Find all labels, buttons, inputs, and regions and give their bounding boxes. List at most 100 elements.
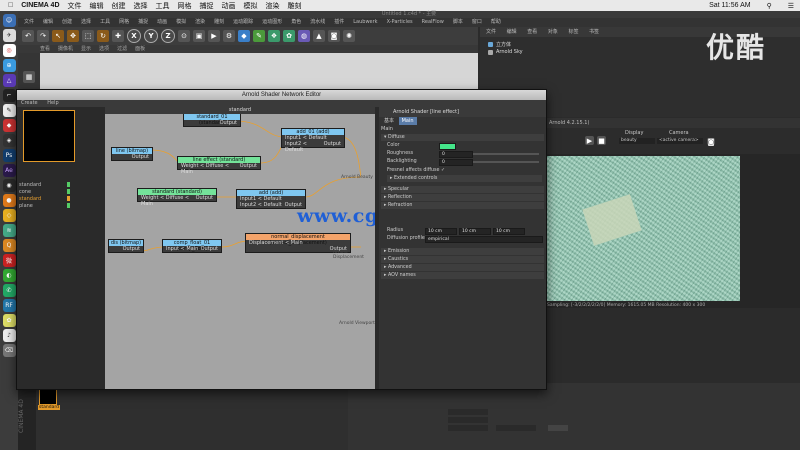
c4d-menu-tracking[interactable]: 运动跟踪 [233,18,253,27]
sketch-icon[interactable]: ◇ [2,209,16,222]
node-line-effect[interactable]: line effect (standard) Weight < Diffuse … [177,156,261,175]
menu-simulate[interactable]: 模拟 [244,1,258,11]
obj-tab-view[interactable]: 查看 [527,29,537,35]
diffusion-select[interactable]: empirical [425,236,543,243]
obj-tab-objects[interactable]: 对象 [548,29,558,35]
axis-z-toggle[interactable]: Z [161,29,175,43]
photos-icon[interactable]: ✿ [2,314,16,327]
cloner-icon[interactable]: ✿ [283,30,295,42]
trash-icon[interactable]: ⌫ [2,344,16,357]
rotate-icon[interactable]: ↻ [97,30,109,42]
section-extended[interactable]: ▸ Extended controls [387,175,542,182]
photoshop-icon[interactable]: Ps [2,149,16,162]
deformer-icon[interactable]: ◍ [298,30,310,42]
object-row[interactable]: 立方体 [488,41,511,48]
c4d-menu-sculpt[interactable]: 雕刻 [214,18,224,27]
material-item[interactable]: plane [19,203,33,209]
c4d-menu-render[interactable]: 渲染 [195,18,205,27]
coord-icon[interactable]: ⊙ [178,30,190,42]
roughness-slider[interactable] [473,153,539,155]
c4d-menu-select[interactable]: 选择 [81,18,91,27]
unity-icon[interactable]: ◈ [2,134,16,147]
app-icon[interactable]: △ [2,74,16,87]
menu-tools[interactable]: 工具 [156,1,170,11]
material-thumb[interactable] [39,389,57,405]
menu-animate[interactable]: 动画 [222,1,236,11]
c4d-menu-window[interactable]: 窗口 [472,18,482,27]
wechat-icon[interactable]: ◐ [2,269,16,282]
obj-tab-edit[interactable]: 编辑 [507,29,517,35]
chrome-icon[interactable]: ◎ [2,44,16,57]
light-icon[interactable]: ✺ [343,30,355,42]
c4d-menu-xparticles[interactable]: X-Particles [387,18,413,27]
menu-render[interactable]: 渲染 [266,1,280,11]
aftereffects-icon[interactable]: Ae [2,164,16,177]
radius-z-field[interactable]: 10 cm [493,228,525,235]
c4d-menu-tools[interactable]: 工具 [100,18,110,27]
section-specular[interactable]: ▸ Specular [381,186,544,193]
obj-tab-file[interactable]: 文件 [486,29,496,35]
node-comp-float[interactable]: comp_float_01 (comp_float) Input < Main O… [162,239,222,253]
render-settings-icon[interactable]: ⚙ [223,30,235,42]
app-name[interactable]: CINEMA 4D [21,2,59,9]
c4d-menu-realflow[interactable]: RealFlow [422,18,444,27]
scale-icon[interactable]: ⬚ [82,30,94,42]
redo-icon[interactable]: ↷ [37,30,49,42]
c4d-menu-file[interactable]: 文件 [24,18,34,27]
notes-icon[interactable]: ✎ [2,104,16,117]
node-add[interactable]: add (add) Input1 < Default Input2 < Defa… [236,189,306,209]
render-icon[interactable]: ▶ [208,30,220,42]
node-canvas[interactable]: standard_01 (standard) Output add_01 (ad… [105,107,459,389]
camera-select[interactable]: <active camera> [657,138,703,144]
vp-menu-display[interactable]: 显示 [81,45,91,53]
material-item-selected[interactable]: standard [19,196,41,202]
clock[interactable]: Sat 11:56 AM [709,2,751,10]
c4d-icon[interactable]: ◉ [2,179,16,192]
snapshot-icon[interactable]: ◙ [707,138,715,146]
search-icon[interactable]: ⚲ [767,2,772,10]
section-emission[interactable]: ▸ Emission [381,248,544,255]
realflow-icon[interactable]: RF [2,299,16,312]
c4d-menu-simulate[interactable]: 模拟 [176,18,186,27]
menu-select[interactable]: 选择 [134,1,148,11]
select-icon[interactable]: ↖ [52,30,64,42]
apply-button[interactable] [548,425,568,431]
weibo-icon[interactable]: 微 [2,254,16,267]
fresnel-checkbox[interactable]: ✓ [441,168,445,173]
c4d-menu-help[interactable]: 帮助 [491,18,501,27]
c4d-menu-character[interactable]: 角色 [291,18,301,27]
node-dis[interactable]: dis (bitmap) Output [108,239,144,253]
move-icon[interactable]: ✥ [67,30,79,42]
ne-menu-create[interactable]: Create [21,100,38,106]
bottom-field[interactable] [448,425,488,431]
material-item[interactable]: cone [19,189,31,195]
scene-icon[interactable]: ▲ [313,30,325,42]
node-add01[interactable]: add_01 (add) Input1 < Default Input2 < D… [281,128,345,153]
bottom-field[interactable] [448,417,488,423]
vp-menu-camera[interactable]: 摄像机 [58,45,73,53]
menu-edit[interactable]: 编辑 [90,1,104,11]
c4d-menu-animate[interactable]: 动画 [157,18,167,27]
menu-mesh[interactable]: 网格 [178,1,192,11]
menu-create[interactable]: 创建 [112,1,126,11]
undo-icon[interactable]: ↶ [22,30,34,42]
c4d-menu-mograph[interactable]: 运动图形 [262,18,282,27]
roughness-field[interactable]: 0 [439,151,473,158]
axis-x-toggle[interactable]: X [127,29,141,43]
ipr-play-icon[interactable]: ▶ [585,136,594,145]
add-icon[interactable]: ✚ [112,30,124,42]
render-preview[interactable] [547,156,740,301]
c4d-menu-plugins[interactable]: 插件 [334,18,344,27]
vp-menu-panel[interactable]: 面板 [135,45,145,53]
ne-menu-help[interactable]: Help [47,100,58,106]
c4d-menu-script[interactable]: 脚本 [453,18,463,27]
section-advanced[interactable]: ▸ Advanced [381,264,544,271]
backlighting-field[interactable]: 0 [439,159,473,166]
terminal-icon[interactable]: ⌐ [2,89,16,102]
c4d-menu-snap[interactable]: 捕捉 [138,18,148,27]
bottom-field[interactable] [448,409,488,415]
chat-icon[interactable]: ✆ [2,284,16,297]
section-caustics[interactable]: ▸ Caustics [381,256,544,263]
obj-tab-bookmarks[interactable]: 书签 [589,29,599,35]
subdivision-icon[interactable]: ❖ [268,30,280,42]
